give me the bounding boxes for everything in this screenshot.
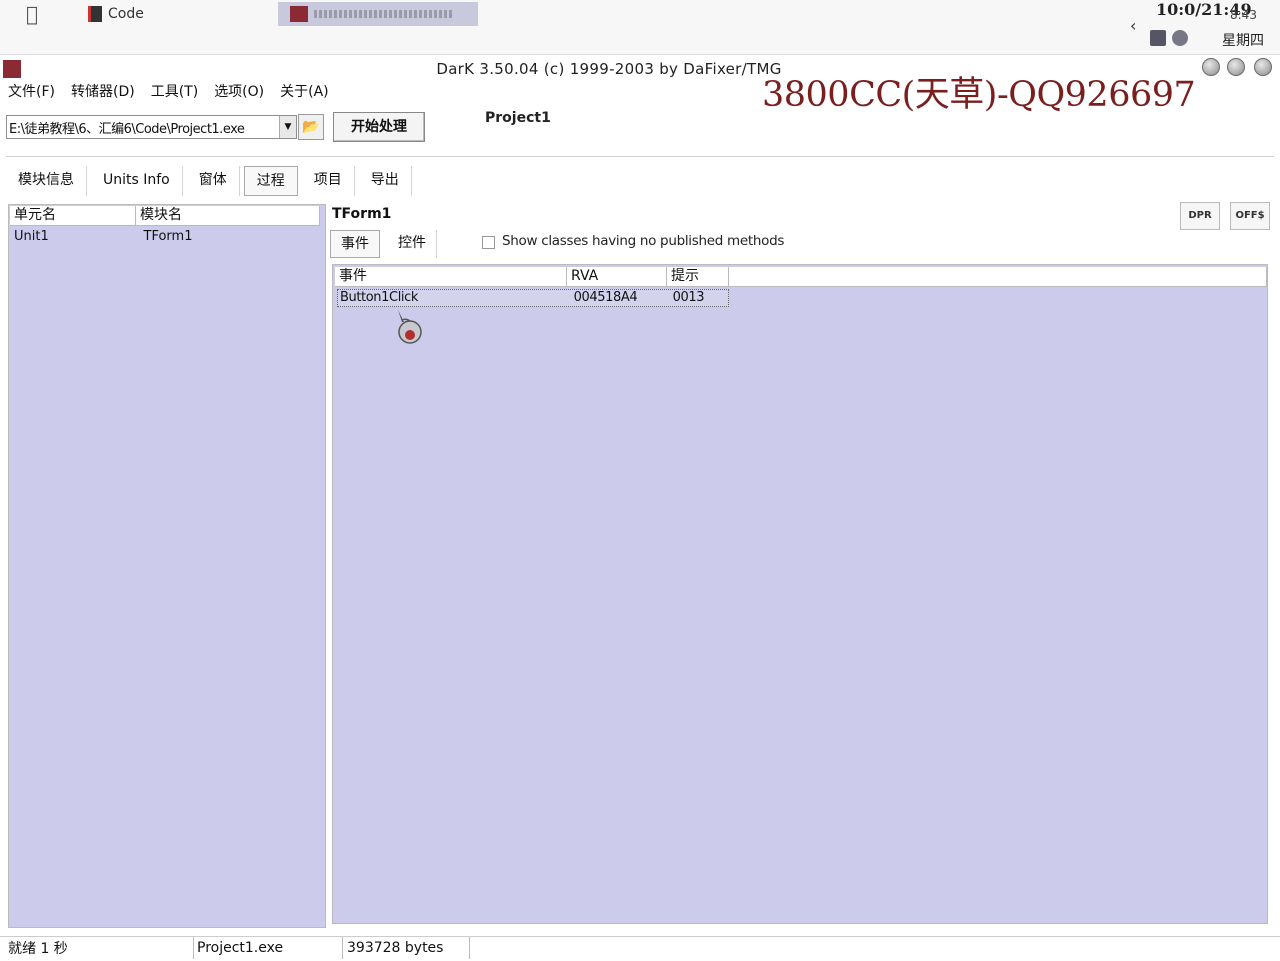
events-table[interactable]: [332, 264, 1268, 924]
event-name-cell: Button1Click: [340, 290, 418, 305]
volume-icon[interactable]: [1172, 30, 1188, 46]
column-header-event[interactable]: 事件: [335, 267, 567, 287]
start-process-button[interactable]: 开始处理: [333, 112, 425, 142]
taskbar-item-code[interactable]: Code: [88, 3, 144, 25]
chevron-down-icon[interactable]: ▼: [279, 116, 296, 138]
file-path-value[interactable]: E:\徒弟教程\6、汇编6\Code\Project1.exe: [7, 118, 279, 137]
menu-file[interactable]: 文件(F): [0, 82, 63, 104]
tab-events[interactable]: 事件: [330, 230, 380, 258]
menu-options[interactable]: 选项(O): [206, 82, 272, 104]
watermark-text: 3800CC(天草)-QQ926697: [762, 75, 1196, 115]
tab-project[interactable]: 项目: [302, 166, 355, 196]
form-subtabs: 事件 控件: [330, 230, 445, 258]
blurred-title: [314, 10, 454, 18]
maximize-button[interactable]: [1227, 58, 1245, 76]
event-hint-cell: 0013: [672, 290, 705, 305]
menu-tools[interactable]: 工具(T): [143, 82, 206, 104]
clock-small: 8:43: [1230, 8, 1257, 22]
events-table-header: 事件 RVA 提示: [335, 267, 1267, 287]
show-classes-checkbox[interactable]: [482, 236, 495, 249]
tray-expand-icon[interactable]: ‹: [1130, 16, 1136, 35]
apple-menu-icon[interactable]: : [26, 3, 46, 25]
clock-day: 星期四: [1222, 33, 1264, 49]
tab-procedures[interactable]: 过程: [243, 166, 298, 196]
project-name-label: Project1: [485, 110, 551, 126]
taskbar-item-label: Code: [108, 6, 144, 22]
network-icon[interactable]: [1150, 30, 1166, 46]
event-rva-cell: 004518A4: [573, 290, 638, 305]
offs-button[interactable]: OFF$: [1230, 202, 1270, 230]
open-file-button[interactable]: 📂: [298, 114, 324, 140]
status-bar: [0, 936, 1280, 961]
menu-about[interactable]: 关于(A): [272, 82, 337, 104]
list-item[interactable]: Unit1 TForm1: [10, 228, 320, 248]
taskbar: [0, 0, 1280, 55]
tab-units-info[interactable]: Units Info: [91, 166, 183, 196]
dpr-button[interactable]: DPR: [1180, 202, 1220, 230]
book-icon: [88, 6, 102, 22]
tab-controls[interactable]: 控件: [388, 230, 437, 258]
show-classes-label[interactable]: Show classes having no published methods: [502, 233, 784, 249]
units-list[interactable]: [8, 204, 326, 928]
table-row[interactable]: Button1Click 004518A4 0013: [337, 289, 729, 307]
close-button[interactable]: [1254, 58, 1272, 76]
mouse-cursor-icon: [398, 310, 422, 344]
column-header-hint[interactable]: 提示: [667, 267, 729, 287]
menu-bar: 文件(F) 转储器(D) 工具(T) 选项(O) 关于(A): [0, 82, 337, 104]
minimize-button[interactable]: [1202, 58, 1220, 76]
status-file-size: 393728 bytes: [342, 937, 470, 959]
form-name-label: TForm1: [332, 206, 392, 222]
menu-dumper[interactable]: 转储器(D): [63, 82, 143, 104]
column-header-module-name[interactable]: 模块名: [136, 206, 320, 226]
tab-divider: [6, 156, 1274, 157]
column-header-rva[interactable]: RVA: [567, 267, 667, 287]
tab-forms[interactable]: 窗体: [187, 166, 240, 196]
status-file-name: Project1.exe: [193, 937, 339, 959]
tab-module-info[interactable]: 模块信息: [6, 166, 87, 196]
main-tabs: 模块信息 Units Info 窗体 过程 项目 导出: [6, 166, 416, 196]
status-ready-text: 就绪 1 秒: [8, 941, 68, 957]
units-list-header: 单元名 模块名: [10, 206, 320, 226]
taskbar-item-active[interactable]: [278, 2, 478, 26]
unit-name-cell: Unit1: [14, 229, 49, 244]
module-name-cell: TForm1: [143, 229, 193, 244]
column-header-empty: [729, 267, 1267, 287]
app-icon: [290, 6, 308, 22]
column-header-unit-name[interactable]: 单元名: [10, 206, 136, 226]
file-path-combo[interactable]: E:\徒弟教程\6、汇编6\Code\Project1.exe ▼: [6, 115, 297, 139]
tab-exports[interactable]: 导出: [359, 166, 412, 196]
folder-open-icon: 📂: [302, 119, 320, 135]
